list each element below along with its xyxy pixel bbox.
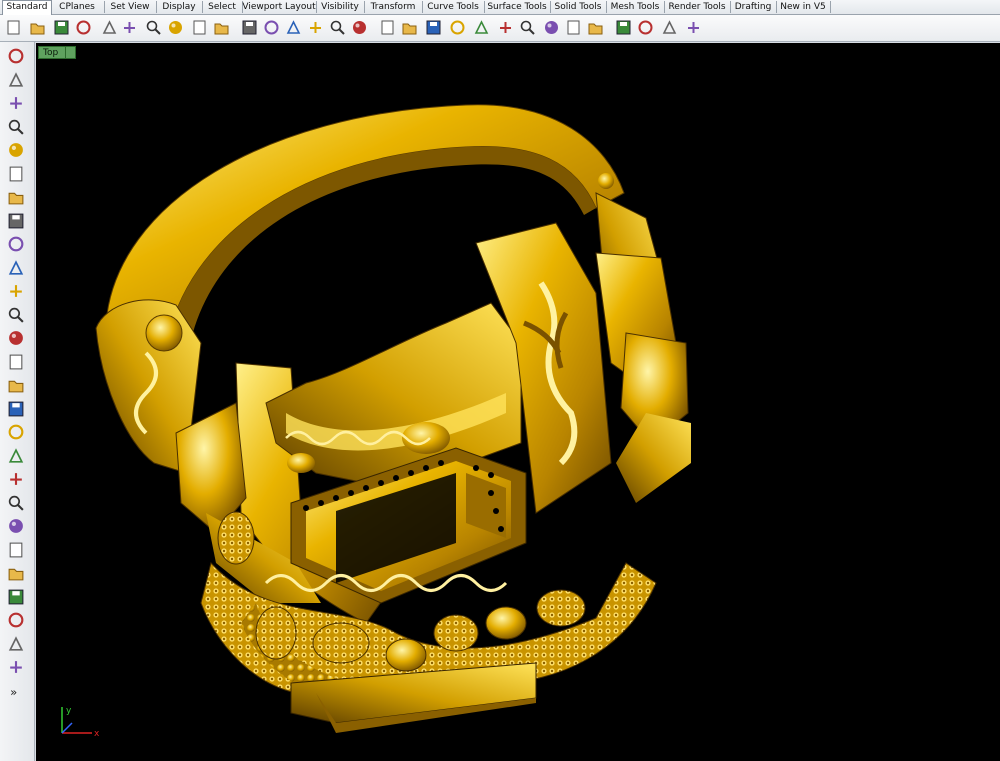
tab-transform[interactable]: Transform — [364, 1, 423, 13]
tab-drafting[interactable]: Drafting — [730, 1, 777, 13]
lightbulb-icon[interactable] — [448, 18, 467, 37]
cylinder-icon[interactable] — [6, 375, 26, 395]
tab-standard[interactable]: Standard — [2, 0, 52, 15]
copy-to-clipboard-icon[interactable] — [100, 18, 119, 37]
open-folder-icon[interactable] — [28, 18, 47, 37]
rendered-sphere-icon[interactable] — [564, 18, 583, 37]
toolbar-tab-strip: Standard CPlanes Set View Display Select View… — [0, 0, 1000, 15]
tab-mesh-tools[interactable]: Mesh Tools — [606, 1, 665, 13]
tab-viewport-layout[interactable]: Viewport Layout — [242, 1, 317, 13]
curve-icon[interactable] — [6, 117, 26, 137]
tab-surface-tools[interactable]: Surface Tools — [484, 1, 551, 13]
paste-icon[interactable] — [166, 18, 185, 37]
cut-icon[interactable] — [120, 18, 139, 37]
circle-icon[interactable] — [6, 140, 26, 160]
left-vertical-toolbar: » — [0, 42, 35, 761]
tab-visibility[interactable]: Visibility — [316, 1, 365, 13]
tab-set-view[interactable]: Set View — [104, 1, 157, 13]
move-arrows-icon[interactable] — [240, 18, 259, 37]
zoom-window-icon[interactable] — [284, 18, 303, 37]
select-arrow-icon[interactable] — [6, 46, 26, 66]
gold-ring-model — [95, 104, 691, 733]
tab-display[interactable]: Display — [156, 1, 203, 13]
car-icon[interactable] — [378, 18, 397, 37]
chevron-down-icon[interactable] — [65, 47, 74, 58]
sphere-icon[interactable] — [6, 352, 26, 372]
pan-hand-icon[interactable] — [212, 18, 231, 37]
tab-select[interactable]: Select — [202, 1, 243, 13]
more-icon[interactable]: » — [6, 681, 26, 701]
standard-toolbar — [0, 15, 1000, 42]
viewport-title: Top — [43, 48, 59, 58]
group-icon[interactable] — [6, 610, 26, 630]
arc-icon[interactable] — [6, 234, 26, 254]
move-icon[interactable] — [6, 469, 26, 489]
block-icon[interactable] — [6, 634, 26, 654]
svg-text:»: » — [10, 684, 17, 698]
x-axis-label: x — [94, 729, 100, 739]
snap-icon[interactable] — [660, 18, 679, 37]
layer-icon[interactable] — [6, 657, 26, 677]
bend-icon[interactable] — [6, 540, 26, 560]
fillet-curve-icon[interactable] — [6, 258, 26, 278]
save-icon[interactable] — [52, 18, 71, 37]
boolean-icon[interactable] — [6, 422, 26, 442]
surface-icon[interactable] — [6, 281, 26, 301]
undo-icon[interactable] — [190, 18, 209, 37]
four-viewports-icon[interactable] — [350, 18, 369, 37]
top-viewport[interactable]: Top x y — [36, 43, 1000, 761]
mesh-icon[interactable] — [6, 399, 26, 419]
zoom-icon[interactable] — [262, 18, 281, 37]
rectangle-icon[interactable] — [6, 211, 26, 231]
print-icon[interactable] — [74, 18, 93, 37]
help-icon[interactable] — [684, 18, 703, 37]
zoom-selected-icon[interactable] — [328, 18, 347, 37]
tab-render-tools[interactable]: Render Tools — [664, 1, 731, 13]
hide-icon[interactable] — [400, 18, 419, 37]
polygon-icon[interactable] — [6, 187, 26, 207]
box-icon[interactable] — [6, 328, 26, 348]
zoom-extents-icon[interactable] — [306, 18, 325, 37]
copy-icon[interactable] — [144, 18, 163, 37]
show-icon[interactable] — [424, 18, 443, 37]
point-icon[interactable] — [6, 70, 26, 90]
color-wheel-icon[interactable] — [518, 18, 537, 37]
text-icon[interactable] — [6, 563, 26, 583]
world-axes-icon: x y — [61, 706, 100, 739]
split-icon[interactable] — [6, 446, 26, 466]
array-icon[interactable] — [6, 516, 26, 536]
lock-icon[interactable] — [472, 18, 491, 37]
settings-gear-icon[interactable] — [636, 18, 655, 37]
dimension-icon[interactable] — [6, 587, 26, 607]
render-color-icon[interactable] — [496, 18, 515, 37]
tab-new-in-v5[interactable]: New in V5 — [776, 1, 831, 13]
y-axis-label: y — [66, 706, 72, 716]
ellipse-icon[interactable] — [6, 164, 26, 184]
viewport-title-tab[interactable]: Top — [38, 46, 76, 59]
tab-curve-tools[interactable]: Curve Tools — [422, 1, 485, 13]
tab-cplanes[interactable]: CPlanes — [50, 1, 105, 13]
extrude-icon[interactable] — [6, 305, 26, 325]
polyline-icon[interactable] — [6, 93, 26, 113]
tab-solid-tools[interactable]: Solid Tools — [550, 1, 607, 13]
options-icon[interactable] — [614, 18, 633, 37]
shaded-sphere-icon[interactable] — [542, 18, 561, 37]
globe-icon[interactable] — [586, 18, 605, 37]
solid-tools-icon[interactable] — [6, 493, 26, 513]
new-file-icon[interactable] — [4, 18, 23, 37]
